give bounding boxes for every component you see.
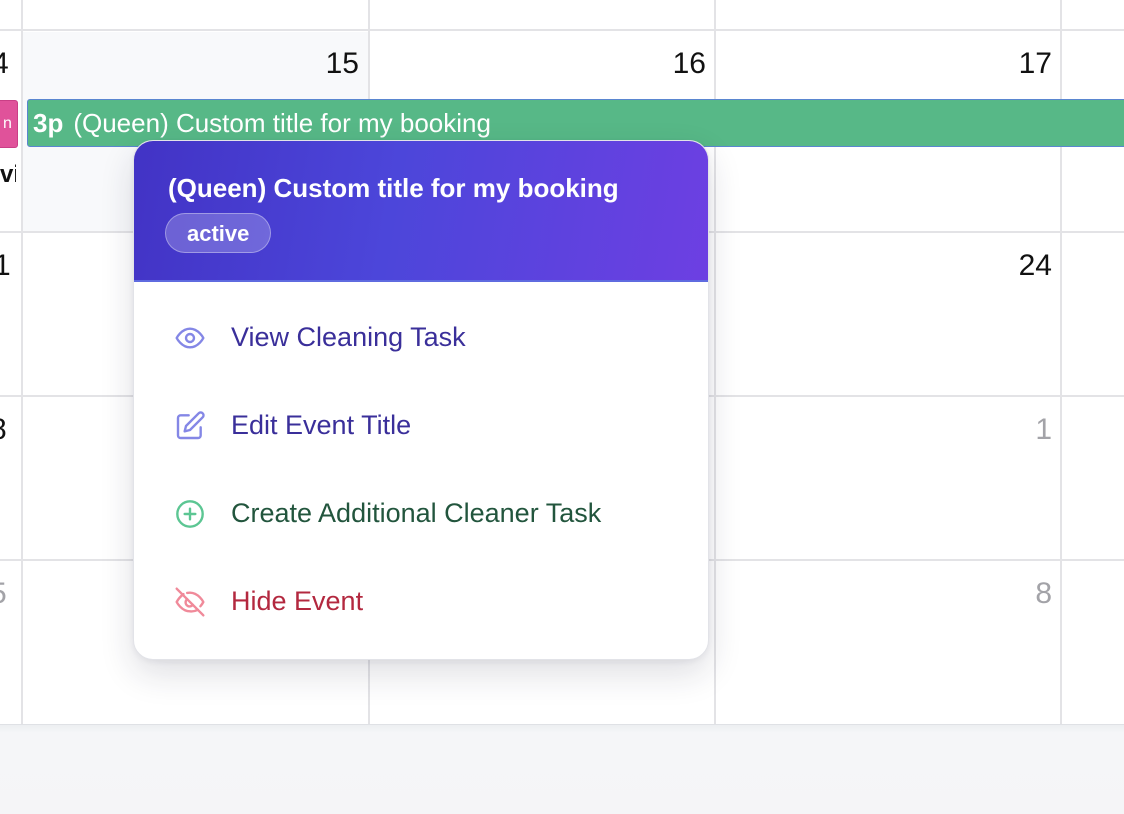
grid-column-divider [21,0,23,724]
calendar-event-pink[interactable]: n [0,100,18,148]
grid-row-divider [0,29,1124,31]
eye-off-icon [174,586,206,618]
menu-item-label: View Cleaning Task [231,322,466,352]
popover-title: (Queen) Custom title for my booking [168,173,619,203]
event-popover: (Queen) Custom title for my booking acti… [133,140,709,660]
footer-bar [0,724,1124,814]
edit-event-title-button[interactable]: Edit Event Title [134,390,706,460]
day-number[interactable]: 4 [0,47,52,81]
hide-event-button[interactable]: Hide Event [134,566,706,636]
menu-item-label: Create Additional Cleaner Task [231,498,602,528]
day-number[interactable]: 1 [0,249,54,283]
menu-item-label: Hide Event [231,586,364,616]
app-page: 4 15 16 17 1 24 8 1 5 8 n 3p (Queen) Cust… [0,0,1124,814]
event-title: (Queen) Custom title for my booking [73,108,491,138]
day-number[interactable]: 5 [0,577,50,611]
day-number[interactable]: 24 [992,249,1052,283]
day-number[interactable]: 8 [0,413,50,447]
day-number[interactable]: 17 [992,47,1052,81]
event-label-truncated: vi [0,161,16,188]
event-time: 3p [33,108,64,138]
menu-item-label: Edit Event Title [231,410,412,440]
day-number[interactable]: 8 [992,577,1052,611]
edit-icon [174,410,206,442]
popover-header: (Queen) Custom title for my booking acti… [134,141,708,282]
eye-icon [174,322,206,354]
plus-circle-icon [174,498,206,530]
status-badge: active [165,213,272,253]
day-number[interactable]: 16 [646,47,706,81]
day-number[interactable]: 1 [992,413,1052,447]
event-label: n [3,115,12,132]
day-number[interactable]: 15 [299,47,359,81]
create-additional-cleaner-task-button[interactable]: Create Additional Cleaner Task [134,478,706,548]
view-cleaning-task-button[interactable]: View Cleaning Task [134,302,706,372]
